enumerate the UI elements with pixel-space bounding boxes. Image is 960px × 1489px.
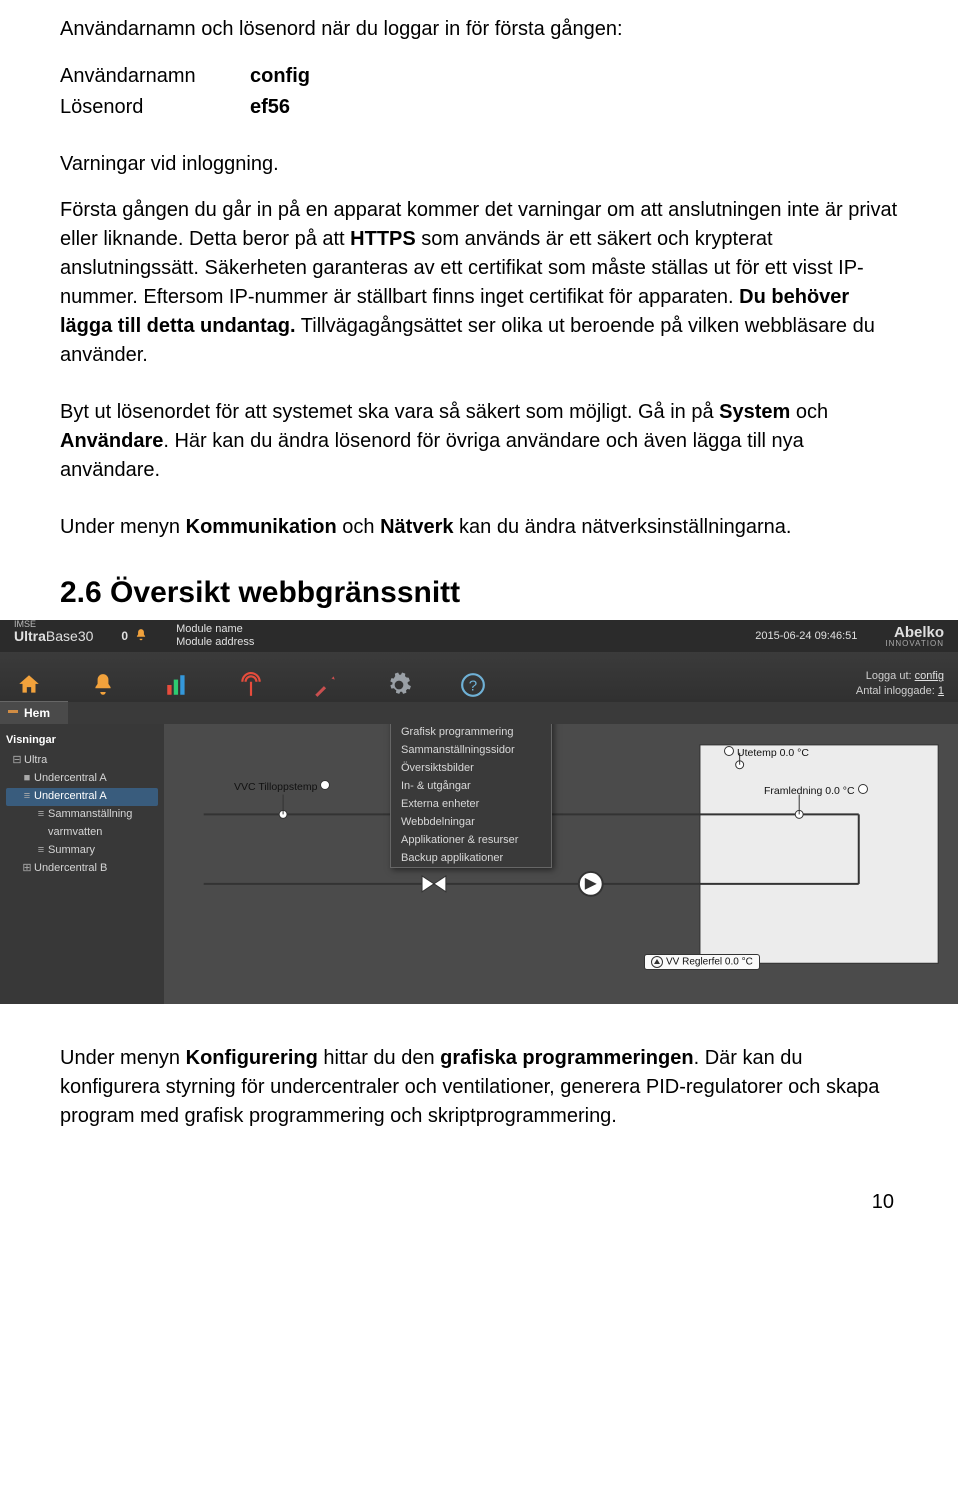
paragraph-2: Byt ut lösenordet för att systemet ska v… xyxy=(60,398,900,485)
datetime: 2015-06-24 09:46:51 xyxy=(755,630,857,642)
warnings-heading: Varningar vid inloggning. xyxy=(60,153,900,176)
sidebar-item[interactable]: ≡Sammanställning xyxy=(6,806,158,824)
schematic-canvas[interactable]: Konfigurering Grafisk programmeringSamma… xyxy=(164,724,958,1004)
config-menu-item[interactable]: Grafisk programmering xyxy=(391,724,551,741)
config-menu-item[interactable]: Översiktsbilder xyxy=(391,759,551,777)
alarm-count: 0 xyxy=(121,629,128,643)
brand-name: UltraBase30 xyxy=(14,628,93,644)
config-menu-item[interactable]: Backup applikationer xyxy=(391,849,551,867)
module-info: Module name Module address xyxy=(176,623,254,649)
sidebar-item[interactable]: varmvatten xyxy=(6,824,158,842)
label-vvc: VVC Tilloppstemp xyxy=(234,780,330,793)
sidebar-tree[interactable]: ⊟Ultra■Undercentral A≡Undercentral A≡Sam… xyxy=(6,752,158,878)
config-menu-item[interactable]: Sammanställningssidor xyxy=(391,741,551,759)
webui-screenshot: IMSE UltraBase30 0 Module name Module ad… xyxy=(0,620,958,1004)
paragraph-1: Första gången du går in på en apparat ko… xyxy=(60,196,900,370)
sidebar: Visningar ⊟Ultra■Undercentral A≡Undercen… xyxy=(0,724,164,1004)
nav-row: ? Logga ut: config Antal inloggade: 1 He… xyxy=(0,652,958,702)
section-heading: 2.6 Översikt webbgränssnitt xyxy=(60,576,900,610)
credentials-table: Användarnamn config Lösenord ef56 xyxy=(60,61,310,123)
label-reglerfel: VV Reglerfel 0.0 °C xyxy=(644,954,760,970)
label-utetemp: Utetemp 0.0 °C xyxy=(724,746,809,759)
config-menu-item[interactable]: Applikationer & resurser xyxy=(391,831,551,849)
paragraph-3: Under menyn Kommunikation och Nätverk ka… xyxy=(60,513,900,542)
top-bar: IMSE UltraBase30 0 Module name Module ad… xyxy=(0,620,958,652)
chart-icon[interactable] xyxy=(162,668,192,698)
sidebar-item[interactable]: ⊟Ultra xyxy=(6,752,158,770)
innovation-label: INNOVATION xyxy=(885,640,944,648)
sidebar-item[interactable]: ■Undercentral A xyxy=(6,770,158,788)
paragraph-4: Under menyn Konfigurering hittar du den … xyxy=(60,1044,900,1131)
home-icon[interactable] xyxy=(14,668,44,698)
logged-in-count-link[interactable]: 1 xyxy=(938,685,944,697)
sidebar-item[interactable]: ≡Summary xyxy=(6,842,158,860)
config-menu-item[interactable]: In- & utgångar xyxy=(391,777,551,795)
username-value: config xyxy=(250,61,310,92)
help-icon[interactable]: ? xyxy=(458,668,488,698)
nav-right-info: Logga ut: config Antal inloggade: 1 xyxy=(856,669,944,698)
hem-tab[interactable]: Hem xyxy=(0,701,68,724)
page-number: 10 xyxy=(60,1191,900,1214)
config-menu-item[interactable]: Webbdelningar xyxy=(391,813,551,831)
screwdriver-icon[interactable] xyxy=(310,668,340,698)
intro-line: Användarnamn och lösenord när du loggar … xyxy=(60,18,900,41)
gear-icon[interactable] xyxy=(384,668,414,698)
sidebar-title: Visningar xyxy=(6,734,158,746)
sidebar-item[interactable]: ≡Undercentral A xyxy=(6,788,158,806)
config-menu-item[interactable]: Externa enheter xyxy=(391,795,551,813)
password-value: ef56 xyxy=(250,92,310,123)
svg-text:?: ? xyxy=(469,677,477,694)
antenna-icon[interactable] xyxy=(236,668,266,698)
password-label: Lösenord xyxy=(60,92,250,123)
schematic: VVC Tilloppstemp 1.0 % on 0.0 % Utetemp … xyxy=(164,724,958,1004)
bell-icon[interactable] xyxy=(134,628,148,645)
abelko-logo: Abelko xyxy=(885,625,944,640)
logout-link[interactable]: config xyxy=(915,670,944,682)
bell-icon[interactable] xyxy=(88,668,118,698)
config-dropdown[interactable]: Konfigurering Grafisk programmeringSamma… xyxy=(390,724,552,868)
sidebar-item[interactable]: ⊞Undercentral B xyxy=(6,860,158,878)
username-label: Användarnamn xyxy=(60,61,250,92)
label-framledning: Framledning 0.0 °C xyxy=(764,784,868,797)
